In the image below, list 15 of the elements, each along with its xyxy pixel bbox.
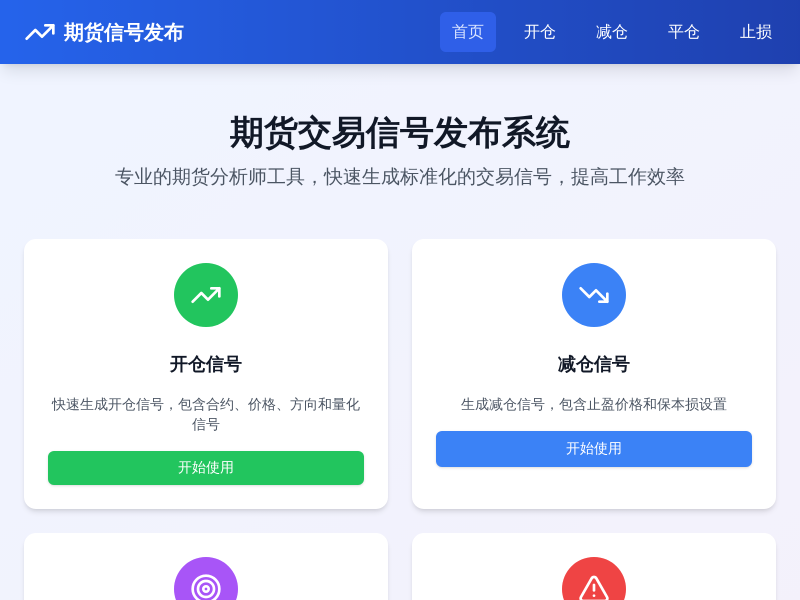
card-title: 开仓信号 <box>170 353 242 377</box>
nav-link[interactable]: 首页 <box>440 12 496 52</box>
page-subtitle: 专业的期货分析师工具，快速生成标准化的交易信号，提高工作效率 <box>115 164 685 190</box>
logo-text: 期货信号发布 <box>64 19 184 46</box>
card-description: 生成减仓信号，包含止盈价格和保本损设置 <box>461 396 727 415</box>
target-icon <box>190 573 222 600</box>
card-title: 减仓信号 <box>558 353 630 377</box>
nav-link[interactable]: 减仓 <box>584 12 640 52</box>
nav-link[interactable]: 止损 <box>728 12 784 52</box>
nav-link[interactable]: 开仓 <box>512 12 568 52</box>
card-description: 快速生成开仓信号，包含合约、价格、方向和量化信号 <box>50 396 361 435</box>
warning-icon <box>578 573 610 600</box>
nav-link[interactable]: 平仓 <box>656 12 712 52</box>
page-title: 期货交易信号发布系统 <box>230 112 570 154</box>
start-button[interactable]: 开始使用 <box>436 431 752 467</box>
